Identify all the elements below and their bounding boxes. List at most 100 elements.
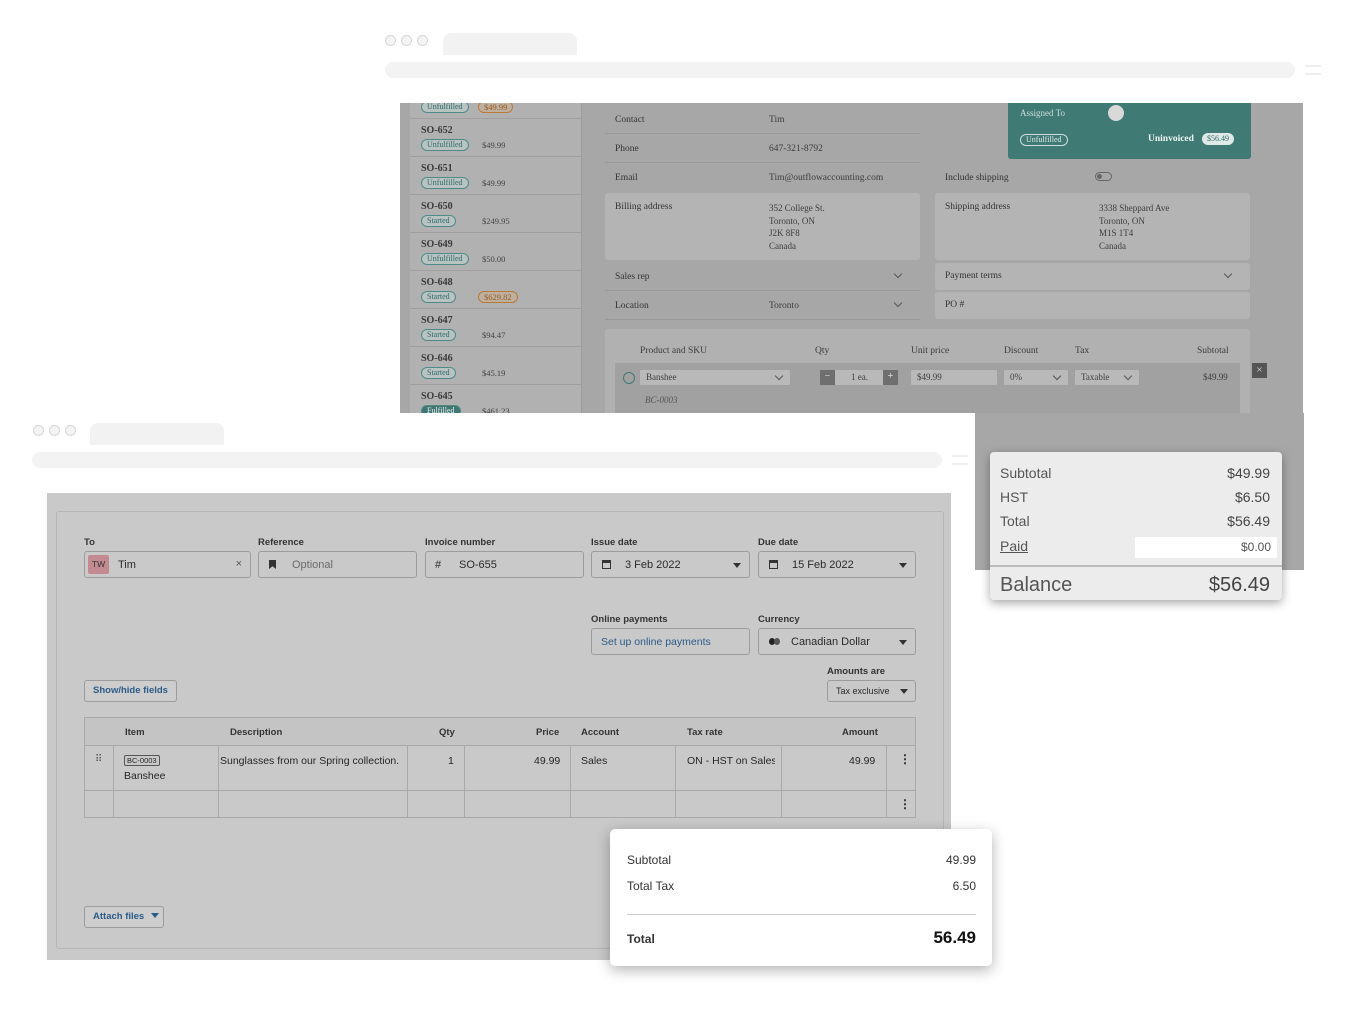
col-amount: Amount	[842, 727, 878, 738]
order-amount: $49.99	[478, 103, 514, 113]
issue-date-picker[interactable]: 3 Feb 2022	[591, 551, 750, 578]
po-number-field[interactable]: PO #	[935, 292, 1250, 319]
browser-tab[interactable]	[443, 33, 577, 55]
email-row[interactable]: Email Tim@outflowaccounting.com	[605, 164, 920, 192]
balance-value: $56.49	[1208, 574, 1270, 596]
col-account: Account	[581, 727, 619, 738]
product-lines-panel: Product and SKU Qty Unit price Discount …	[605, 329, 1250, 414]
list-item[interactable]: SO-646 Started $45.19	[410, 347, 582, 385]
list-item[interactable]: SO-645 Fulfilled $461.23	[410, 385, 582, 414]
clear-contact-icon[interactable]: ×	[236, 558, 242, 570]
payment-terms-label: Payment terms	[945, 271, 1002, 281]
sales-rep-select[interactable]: Sales rep	[605, 263, 920, 291]
qty-increment-button[interactable]: +	[883, 370, 898, 385]
online-payments-text: Set up online payments	[601, 636, 711, 648]
location-label: Location	[615, 301, 649, 311]
qty-decrement-button[interactable]: −	[820, 370, 835, 385]
drag-handle-icon[interactable]: ⠿	[95, 754, 102, 765]
col-price: Price	[536, 727, 560, 738]
contact-input[interactable]: TW Tim ×	[84, 551, 251, 578]
list-item[interactable]: SO-649 Unfulfilled $50.00	[410, 233, 582, 271]
phone-row[interactable]: Phone 647-321-8792	[605, 135, 920, 163]
sales-order-window: Unfulfilled $49.99 SO-652 Unfulfilled $4…	[375, 28, 1328, 418]
tax-select[interactable]: Taxable	[1074, 369, 1140, 386]
row-menu-icon[interactable]: ⋮	[899, 797, 911, 811]
due-date-label: Due date	[758, 537, 799, 548]
order-id: SO-648	[421, 277, 453, 288]
status-badge: Started	[421, 367, 456, 379]
order-amount: $49.99	[482, 178, 506, 188]
amounts-are-label: Amounts are	[827, 666, 886, 677]
description-input[interactable]: Sunglasses from our Spring collection.	[220, 755, 406, 767]
line-subtotal: $49.99	[1203, 372, 1228, 382]
shipping-address-field[interactable]: Shipping address 3338 Sheppard Ave Toront…	[935, 193, 1250, 260]
tax-rate-select[interactable]: ON - HST on Sales	[687, 755, 775, 767]
window-minimize-dot[interactable]	[401, 35, 412, 46]
caret-down-icon	[150, 913, 159, 918]
order-id: SO-652	[421, 125, 453, 136]
col-unit-price: Unit price	[911, 346, 950, 356]
caret-down-icon	[899, 640, 907, 645]
attach-files-button[interactable]: Attach files	[84, 906, 164, 928]
balance-label: Balance	[1000, 574, 1073, 596]
order-summary-card: Subtotal $49.99 HST $6.50 Total $56.49 P…	[990, 452, 1282, 600]
invoice-amount-badge: $56.49	[1202, 133, 1234, 145]
contact-row[interactable]: Contact Tim	[605, 106, 920, 134]
total-value: $56.49	[1227, 513, 1270, 529]
hash-icon: #	[435, 559, 442, 571]
browser-tab[interactable]	[90, 423, 224, 445]
currency-select[interactable]: Canadian Dollar	[758, 628, 916, 655]
list-item[interactable]: SO-652 Unfulfilled $49.99	[410, 119, 582, 157]
paid-link[interactable]: Paid	[1000, 538, 1028, 554]
assigned-to-label: Assigned To	[1020, 108, 1065, 118]
window-minimize-dot[interactable]	[49, 425, 60, 436]
window-close-dot[interactable]	[385, 35, 396, 46]
order-id: SO-651	[421, 163, 453, 174]
window-close-dot[interactable]	[33, 425, 44, 436]
billing-address-field[interactable]: Billing address 352 College St. Toronto, …	[605, 193, 920, 260]
browser-menu-icon[interactable]	[1305, 65, 1321, 75]
shipping-toggle[interactable]	[1095, 172, 1112, 181]
product-select[interactable]: Banshee	[639, 369, 791, 386]
reference-placeholder: Optional	[292, 559, 333, 571]
window-maximize-dot[interactable]	[417, 35, 428, 46]
assignment-card: Assigned To Unfulfilled Uninvoiced $56.4…	[1008, 103, 1251, 159]
chevron-down-icon	[774, 371, 784, 381]
qty-stepper[interactable]: − 1 ea. +	[819, 369, 899, 386]
show-hide-fields-button[interactable]: Show/hide fields	[84, 680, 177, 702]
table-header: Item Description Qty Price Account Tax r…	[85, 718, 915, 746]
summary-paid-row: Paid $0.00	[1000, 537, 1277, 558]
paid-input[interactable]: $0.00	[1135, 537, 1277, 558]
payment-terms-select[interactable]: Payment terms	[935, 263, 1250, 290]
qty-input[interactable]: 1	[448, 755, 454, 767]
list-item[interactable]: SO-647 Started $94.47	[410, 309, 582, 347]
order-amount: $49.99	[482, 140, 506, 150]
online-payments-button[interactable]: Set up online payments	[591, 628, 750, 655]
account-select[interactable]: Sales	[581, 755, 607, 767]
col-description: Description	[230, 727, 283, 738]
window-maximize-dot[interactable]	[65, 425, 76, 436]
amount-value: 49.99	[849, 755, 876, 767]
invoice-number-input[interactable]: # SO-655	[425, 551, 584, 578]
due-date-picker[interactable]: 15 Feb 2022	[758, 551, 916, 578]
amounts-are-select[interactable]: Tax exclusive	[827, 680, 916, 702]
user-avatar-icon[interactable]	[1108, 105, 1124, 121]
col-product: Product and SKU	[640, 346, 708, 356]
subtotal-label: Subtotal	[1000, 465, 1052, 481]
line-select-radio[interactable]	[623, 372, 635, 384]
reference-input[interactable]: Optional	[258, 551, 417, 578]
list-item[interactable]: SO-651 Unfulfilled $49.99	[410, 157, 582, 195]
amounts-are-value: Tax exclusive	[836, 686, 890, 696]
location-select[interactable]: Location Toronto	[605, 292, 920, 320]
unit-price-input[interactable]: $49.99	[910, 369, 998, 386]
discount-select[interactable]: 0%	[1003, 369, 1069, 386]
address-bar[interactable]	[385, 62, 1295, 78]
list-item[interactable]: SO-650 Started $249.95	[410, 195, 582, 233]
list-item[interactable]: Unfulfilled $49.99	[410, 103, 582, 119]
address-bar[interactable]	[32, 452, 942, 468]
list-item[interactable]: SO-648 Started $629.82	[410, 271, 582, 309]
row-menu-icon[interactable]: ⋮	[899, 752, 911, 766]
price-input[interactable]: 49.99	[534, 755, 560, 767]
browser-menu-icon[interactable]	[952, 455, 968, 465]
remove-line-button[interactable]: ×	[1252, 363, 1267, 378]
